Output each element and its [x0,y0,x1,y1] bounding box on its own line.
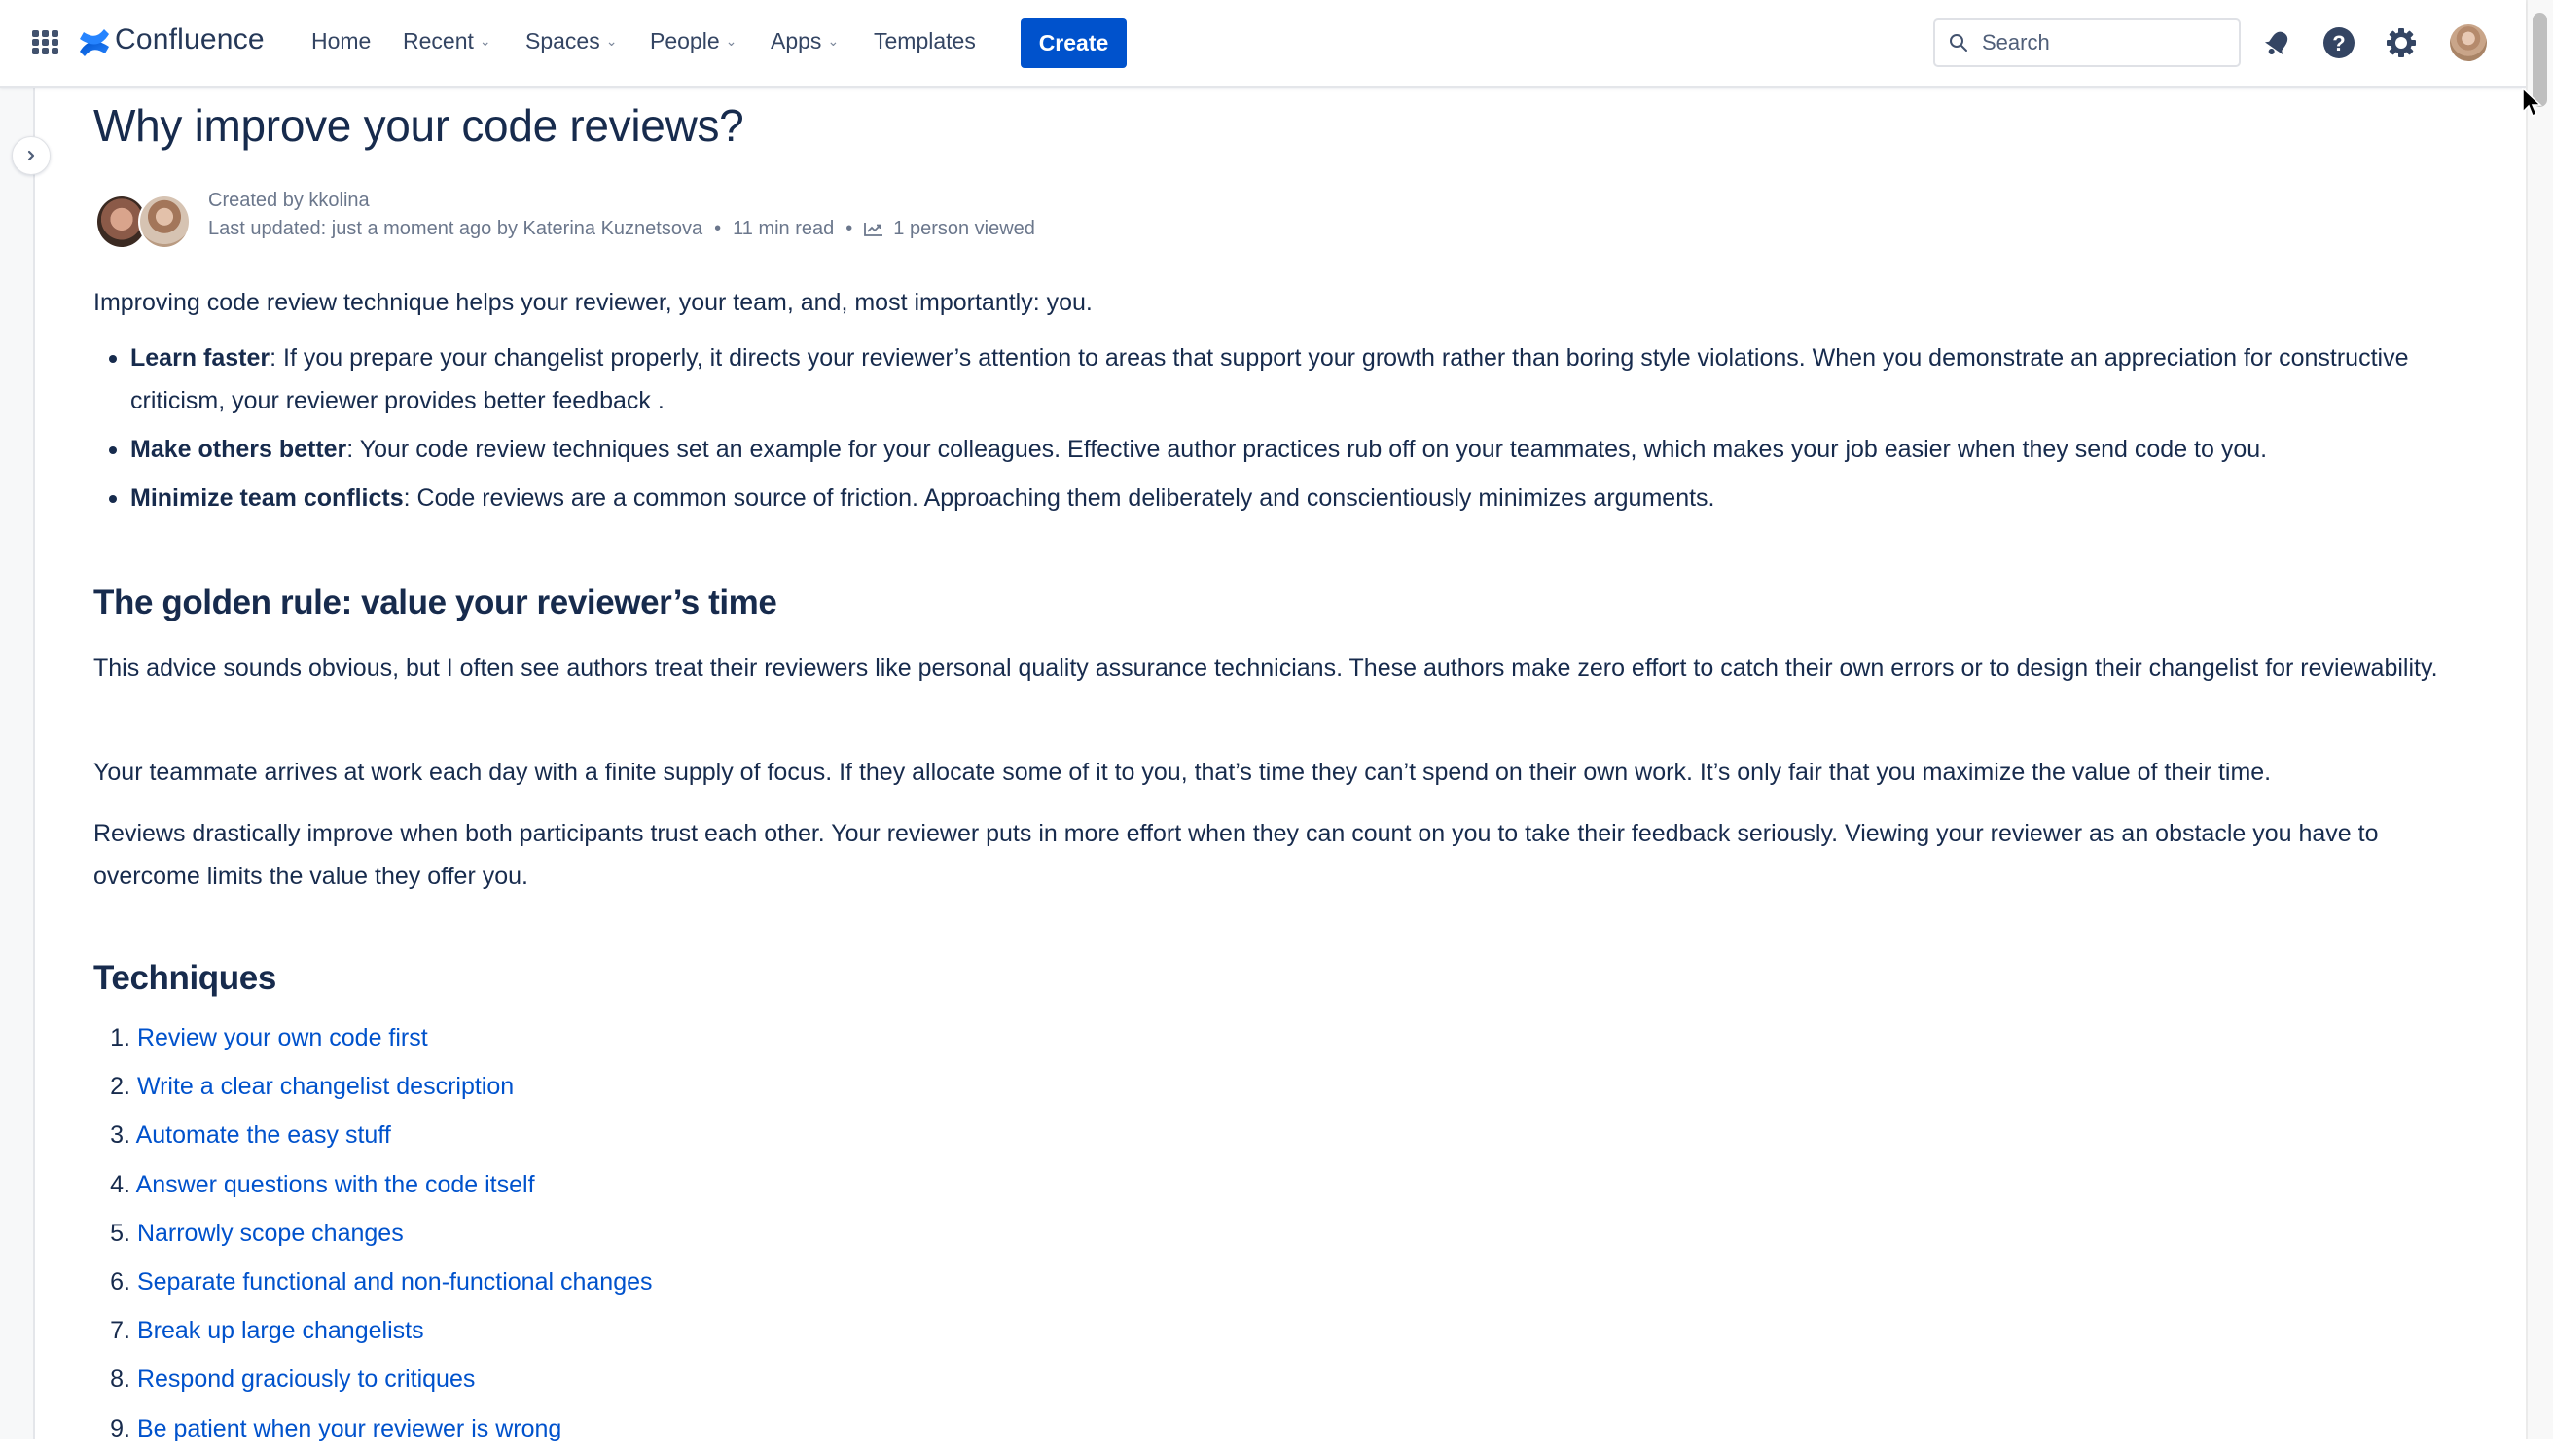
list-item: 6. Separate functional and non-functiona… [93,1261,653,1309]
nav-templates[interactable]: Templates [874,28,976,54]
list-item: Make others better: Your code review tec… [93,428,2467,471]
page-meta-line: Last updated: just a moment ago by Kater… [208,218,1035,240]
create-button[interactable]: Create [1021,18,1127,68]
paragraph: Your teammate arrives at work each day w… [93,759,2272,786]
chevron-down-icon: ⌄ [725,33,737,49]
technique-link[interactable]: Separate functional and non-functional c… [137,1268,653,1296]
paragraph: Reviews drastically improve when both pa… [93,820,2379,890]
benefit-term: Minimize team conflicts [130,484,404,512]
nav-recent-label: Recent [403,28,474,53]
contributors-avatars[interactable] [95,195,193,249]
profile-avatar[interactable] [2450,24,2487,61]
app-switcher-icon[interactable] [32,30,59,55]
chevron-down-icon: ⌄ [605,33,618,49]
technique-link[interactable]: Be patient when your reviewer is wrong [137,1415,561,1442]
list-item: 7. Break up large changelists [93,1309,653,1358]
technique-link[interactable]: Break up large changelists [137,1317,424,1344]
list-number: 5. [110,1219,130,1247]
avatar[interactable] [138,195,191,249]
list-number: 8. [110,1366,130,1394]
chevron-down-icon: ⌄ [479,33,491,49]
chevron-right-icon [27,150,35,161]
section-heading: The golden rule: value your reviewer’s t… [93,584,777,621]
notifications-icon[interactable] [2261,26,2294,59]
nav-home[interactable]: Home [311,28,371,54]
nav-apps[interactable]: Apps ⌄ [771,28,839,54]
nav-people-label: People [650,28,720,53]
nav-recent[interactable]: Recent ⌄ [403,28,491,54]
help-icon[interactable]: ? [2322,26,2355,59]
collapsed-sidebar [0,86,35,1439]
nav-templates-label: Templates [874,28,976,53]
list-number: 1. [110,1024,130,1051]
list-number: 9. [110,1414,130,1442]
nav-spaces-label: Spaces [525,28,600,53]
technique-link[interactable]: Answer questions with the code itself [136,1171,535,1198]
benefit-text: : If you prepare your changelist properl… [130,344,2409,414]
separator: • [845,218,853,239]
list-item: 5. Narrowly scope changes [93,1212,653,1261]
separator: • [714,218,722,239]
technique-link[interactable]: Narrowly scope changes [137,1220,404,1247]
benefits-list: Learn faster: If you prepare your change… [93,337,2467,525]
technique-link[interactable]: Automate the easy stuff [136,1121,391,1149]
technique-link[interactable]: Write a clear changelist description [137,1073,514,1100]
search-box[interactable] [1933,18,2241,67]
settings-icon[interactable] [2385,26,2418,59]
list-number: 3. [110,1121,130,1150]
list-number: 4. [110,1170,130,1198]
benefit-text: : Your code review techniques set an exa… [346,436,2268,463]
list-item: 3. Automate the easy stuff [93,1114,653,1162]
techniques-list: 1. Review your own code first 2. Write a… [93,1016,653,1456]
section-heading: Techniques [93,959,276,997]
page-scrollbar[interactable] [2526,0,2553,1439]
list-item: Minimize team conflicts: Code reviews ar… [93,477,2467,519]
last-updated[interactable]: Last updated: just a moment ago by Kater… [208,218,702,240]
created-by: Created by kkolina [208,190,370,211]
top-navigation-bar: Confluence Home Recent ⌄ Spaces ⌄ People ⌄ … [0,0,2526,88]
expand-sidebar-button[interactable] [12,136,51,175]
list-item: 4. Answer questions with the code itself [93,1163,653,1212]
benefit-term: Learn faster [130,344,270,372]
list-number: 2. [110,1073,130,1101]
page-title: Why improve your code reviews? [93,100,744,151]
analytics-icon [864,222,883,236]
list-item: 9. Be patient when your reviewer is wron… [93,1407,653,1456]
technique-link[interactable]: Respond graciously to critiques [137,1366,475,1393]
svg-text:?: ? [2332,31,2345,55]
benefit-text: : Code reviews are a common source of fr… [403,484,1715,512]
benefit-term: Make others better [130,436,347,463]
read-time: 11 min read [733,218,835,239]
nav-spaces[interactable]: Spaces ⌄ [525,28,617,54]
technique-link[interactable]: Review your own code first [137,1024,428,1051]
search-icon [1950,34,1967,52]
list-item: Learn faster: If you prepare your change… [93,337,2467,422]
confluence-logo-icon[interactable] [78,27,111,58]
intro-paragraph: Improving code review technique helps yo… [93,289,1093,316]
view-count[interactable]: 1 person viewed [893,218,1035,240]
list-item: 8. Respond graciously to critiques [93,1358,653,1406]
nav-apps-label: Apps [771,28,822,53]
chevron-down-icon: ⌄ [827,33,840,49]
nav-people[interactable]: People ⌄ [650,28,737,54]
list-item: 2. Write a clear changelist description [93,1065,653,1114]
paragraph: This advice sounds obvious, but I often … [93,655,2438,682]
nav-home-label: Home [311,28,372,53]
search-input[interactable] [1980,29,2217,56]
app-name[interactable]: Confluence [115,23,265,56]
list-item: 1. Review your own code first [93,1016,653,1065]
list-number: 6. [110,1267,130,1296]
list-number: 7. [110,1317,130,1345]
mouse-cursor-icon [2522,88,2542,118]
